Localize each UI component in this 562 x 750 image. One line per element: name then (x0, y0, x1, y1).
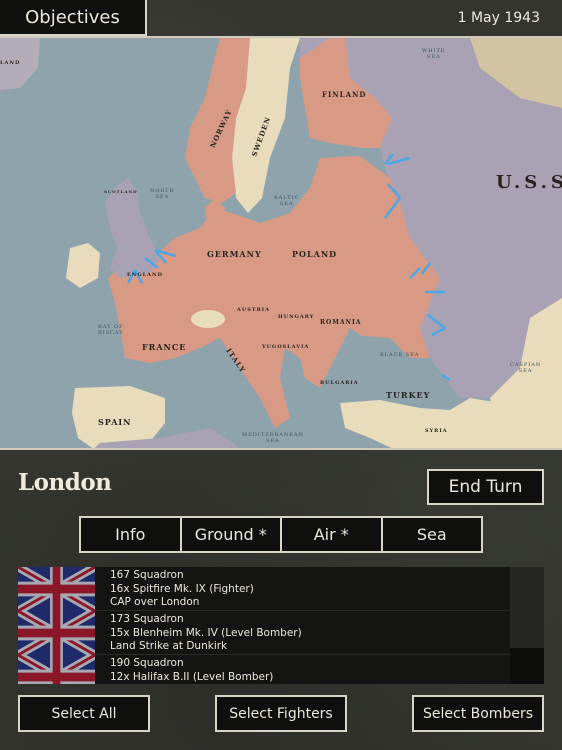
squadron-name: 173 Squadron (110, 613, 184, 625)
tab-info[interactable]: Info (81, 518, 180, 551)
label-germany: GERMANY (207, 249, 262, 259)
label-syria: SYRIA (425, 428, 448, 434)
top-bar: Objectives 1 May 1943 (0, 0, 562, 36)
select-all-button[interactable]: Select All (18, 695, 150, 732)
label-hungary: HUNGARY (278, 314, 315, 320)
select-fighters-button[interactable]: Select Fighters (215, 695, 347, 732)
unit-type-tabs: Info Ground * Air * Sea (79, 516, 483, 553)
europe-map[interactable]: GERMANY POLAND FRANCE FINLAND NORWAY SWE… (0, 36, 562, 450)
label-iceland: LAND (0, 60, 21, 66)
scrollbar-thumb[interactable] (510, 567, 544, 648)
label-black-sea: BLACK SEA (380, 352, 420, 358)
label-mediterranean-sea: MEDITERRANEAN SEA (242, 432, 304, 444)
squadron-aircraft: 16x Spitfire Mk. IX (Fighter) (110, 582, 254, 595)
label-ussr: U.S.S (496, 172, 562, 193)
squadron-name: 167 Squadron (110, 569, 184, 581)
label-austria: AUSTRIA (237, 307, 270, 313)
end-turn-button[interactable]: End Turn (427, 469, 544, 505)
tab-ground[interactable]: Ground * (181, 518, 280, 551)
label-white-sea: WHITE SEA (422, 48, 446, 60)
region-switzerland (191, 310, 225, 328)
list-item[interactable]: 190 Squadron 12x Halifax B.II (Level Bom… (18, 655, 510, 684)
label-turkey: TURKEY (386, 390, 431, 400)
label-yugoslavia: YUGOSLAVIA (262, 344, 310, 350)
squadron-aircraft: 12x Halifax B.II (Level Bomber) (110, 670, 274, 683)
label-england: ENGLAND (127, 272, 163, 278)
label-poland: POLAND (292, 249, 338, 259)
squadron-list[interactable]: 167 Squadron 16x Spitfire Mk. IX (Fighte… (18, 567, 544, 684)
list-item[interactable]: 167 Squadron 16x Spitfire Mk. IX (Fighte… (18, 567, 510, 611)
label-france: FRANCE (142, 342, 187, 352)
current-date: 1 May 1943 (457, 10, 540, 26)
objectives-button[interactable]: Objectives (0, 0, 147, 36)
union-jack-flag-icon (18, 567, 95, 611)
label-bay-of-biscay: BAY OF BISCAY (98, 324, 124, 336)
selected-city-name: London (18, 469, 112, 496)
squadron-aircraft: 15x Blenheim Mk. IV (Level Bomber) (110, 626, 302, 639)
label-romania: ROMANIA (320, 319, 362, 326)
union-jack-flag-icon (18, 655, 95, 684)
label-north-sea: NORTH SEA (150, 188, 175, 200)
list-scrollbar[interactable] (510, 567, 544, 684)
squadron-name: 190 Squadron (110, 657, 184, 669)
select-bombers-button[interactable]: Select Bombers (412, 695, 544, 732)
label-baltic-sea: BALTIC SEA (274, 195, 300, 207)
label-spain: SPAIN (98, 417, 132, 427)
map-canvas[interactable] (0, 38, 562, 450)
union-jack-flag-icon (18, 611, 95, 655)
tab-sea[interactable]: Sea (382, 518, 481, 551)
label-caspian-sea: CASPIAN SEA (510, 362, 542, 374)
list-item[interactable]: 173 Squadron 15x Blenheim Mk. IV (Level … (18, 611, 510, 655)
label-scotland: SCOTLAND (104, 189, 138, 194)
squadron-mission: CAP over London (110, 596, 200, 608)
squadron-mission: Land Strike at Dunkirk (110, 640, 228, 652)
label-bulgaria: BULGARIA (320, 380, 359, 386)
tab-air[interactable]: Air * (282, 518, 381, 551)
label-finland: FINLAND (322, 90, 367, 99)
